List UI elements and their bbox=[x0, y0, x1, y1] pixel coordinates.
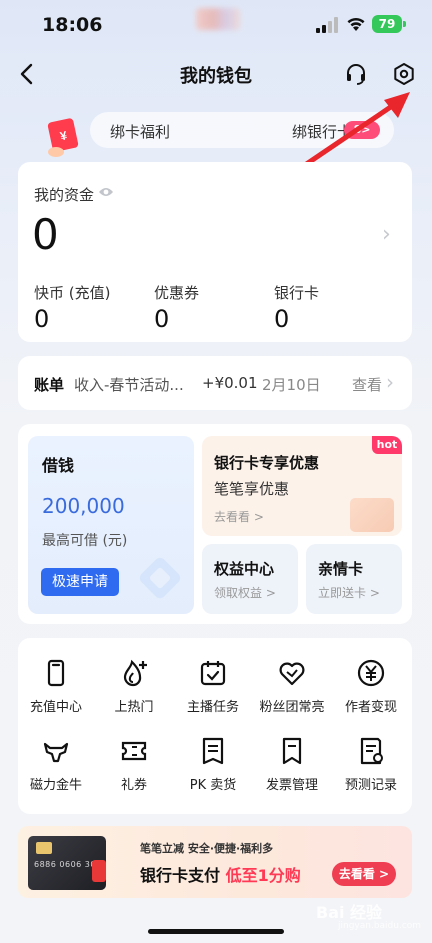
rights-center-panel[interactable] bbox=[202, 544, 298, 614]
cellular-signal-icon bbox=[316, 17, 338, 33]
eye-icon[interactable] bbox=[98, 186, 114, 198]
home-indicator[interactable] bbox=[148, 929, 284, 934]
heart-icon bbox=[279, 662, 305, 686]
service-magnetic-bull[interactable]: 磁力金牛 bbox=[17, 736, 95, 793]
promo-subtitle: 笔笔享优惠 bbox=[214, 480, 290, 498]
stat-value-coins: 0 bbox=[34, 305, 50, 333]
rights-title: 权益中心 bbox=[214, 560, 275, 578]
stat-label-bankcards[interactable]: 银行卡 bbox=[274, 282, 319, 303]
family-card-panel[interactable] bbox=[306, 544, 402, 614]
service-boost-hot[interactable]: 上热门 bbox=[95, 658, 173, 715]
card-chip bbox=[36, 842, 52, 854]
ad-headline-main: 银行卡支付 bbox=[140, 866, 226, 885]
service-label: 发票管理 bbox=[265, 778, 318, 793]
service-label: 磁力金牛 bbox=[29, 778, 82, 793]
bill-description: 收入-春节活动... bbox=[74, 376, 184, 394]
service-recharge-center[interactable]: 充值中心 bbox=[17, 658, 95, 715]
assets-label: 我的资金 bbox=[34, 186, 95, 204]
service-pk-sales[interactable]: PK 卖货 bbox=[174, 736, 252, 793]
status-time: 18:06 bbox=[42, 14, 103, 36]
service-streamer-tasks[interactable]: 主播任务 bbox=[174, 658, 252, 715]
service-creator-monetize[interactable]: 作者变现 bbox=[332, 658, 410, 715]
quick-apply-button[interactable]: 极速申请 bbox=[41, 568, 119, 596]
banner-left-text: 绑卡福利 bbox=[110, 123, 171, 141]
ad-headline: 银行卡支付 低至1分购 bbox=[140, 862, 301, 886]
service-label: PK 卖货 bbox=[189, 778, 237, 793]
calendar-check-icon bbox=[200, 661, 226, 686]
borrow-subtitle: 最高可借 (元) bbox=[42, 533, 128, 549]
service-gift-voucher[interactable]: 礼券 bbox=[95, 736, 173, 793]
bill-amount: +¥0.01 bbox=[202, 374, 258, 392]
diamond-decoration-icon bbox=[139, 557, 181, 599]
rights-subtitle: 领取权益 > bbox=[214, 586, 276, 600]
service-fan-club[interactable]: 粉丝团常亮 bbox=[253, 658, 331, 715]
invoice-icon bbox=[282, 737, 302, 765]
baidu-watermark-url: jingyan.baidu.com bbox=[338, 921, 422, 931]
document-icon bbox=[202, 737, 224, 765]
service-label: 作者变现 bbox=[344, 700, 397, 715]
service-label: 充值中心 bbox=[29, 700, 82, 715]
red-tag-decoration bbox=[92, 860, 106, 882]
battery-indicator: 79 bbox=[372, 15, 402, 33]
promo-title: 银行卡专享优惠 bbox=[214, 454, 320, 472]
red-packet-icon: ¥ bbox=[47, 118, 79, 157]
assets-value: 0 bbox=[32, 210, 59, 259]
ad-tagline: 笔笔立减 安全·便捷·福利多 bbox=[140, 842, 274, 855]
service-label: 礼券 bbox=[120, 778, 147, 793]
service-prediction-records[interactable]: 预测记录 bbox=[332, 736, 410, 793]
family-title: 亲情卡 bbox=[318, 560, 364, 578]
blurred-avatar bbox=[196, 8, 240, 30]
stat-label-coins[interactable]: 快币 (充值) bbox=[34, 282, 110, 303]
borrow-amount: 200,000 bbox=[42, 494, 125, 518]
chevron-right-icon[interactable]: › bbox=[386, 370, 394, 394]
service-invoice-management[interactable]: 发票管理 bbox=[253, 736, 331, 793]
bill-title: 账单 bbox=[34, 376, 65, 394]
chevron-right-icon[interactable]: › bbox=[382, 222, 391, 247]
flame-plus-icon bbox=[123, 659, 147, 687]
promo-link[interactable]: 去看看 > bbox=[214, 508, 264, 525]
baidu-watermark: Bai 经验 bbox=[316, 903, 383, 922]
bill-date: 2月10日 bbox=[262, 376, 321, 394]
stat-value-bankcards: 0 bbox=[274, 305, 290, 333]
ad-view-button[interactable]: 去看看 > bbox=[332, 862, 396, 886]
ad-headline-highlight: 低至1分购 bbox=[225, 866, 301, 885]
service-label: 主播任务 bbox=[186, 700, 239, 715]
service-label: 预测记录 bbox=[344, 778, 397, 793]
record-icon bbox=[360, 737, 383, 765]
card-illustration bbox=[350, 498, 394, 532]
stat-label-coupons[interactable]: 优惠券 bbox=[154, 282, 199, 303]
stat-value-coupons: 0 bbox=[154, 305, 170, 333]
bull-icon bbox=[43, 742, 69, 763]
service-label: 粉丝团常亮 bbox=[259, 700, 325, 715]
yen-circle-icon bbox=[357, 659, 385, 687]
bill-view-link[interactable]: 查看 bbox=[352, 374, 382, 395]
service-label: 上热门 bbox=[114, 700, 154, 715]
ticket-icon bbox=[121, 741, 147, 761]
wifi-icon bbox=[347, 17, 365, 31]
hot-badge: hot bbox=[372, 436, 402, 454]
family-subtitle: 立即送卡 > bbox=[318, 586, 380, 600]
phone-icon bbox=[47, 659, 65, 687]
battery-tip bbox=[403, 21, 406, 27]
borrow-title: 借钱 bbox=[42, 456, 75, 475]
